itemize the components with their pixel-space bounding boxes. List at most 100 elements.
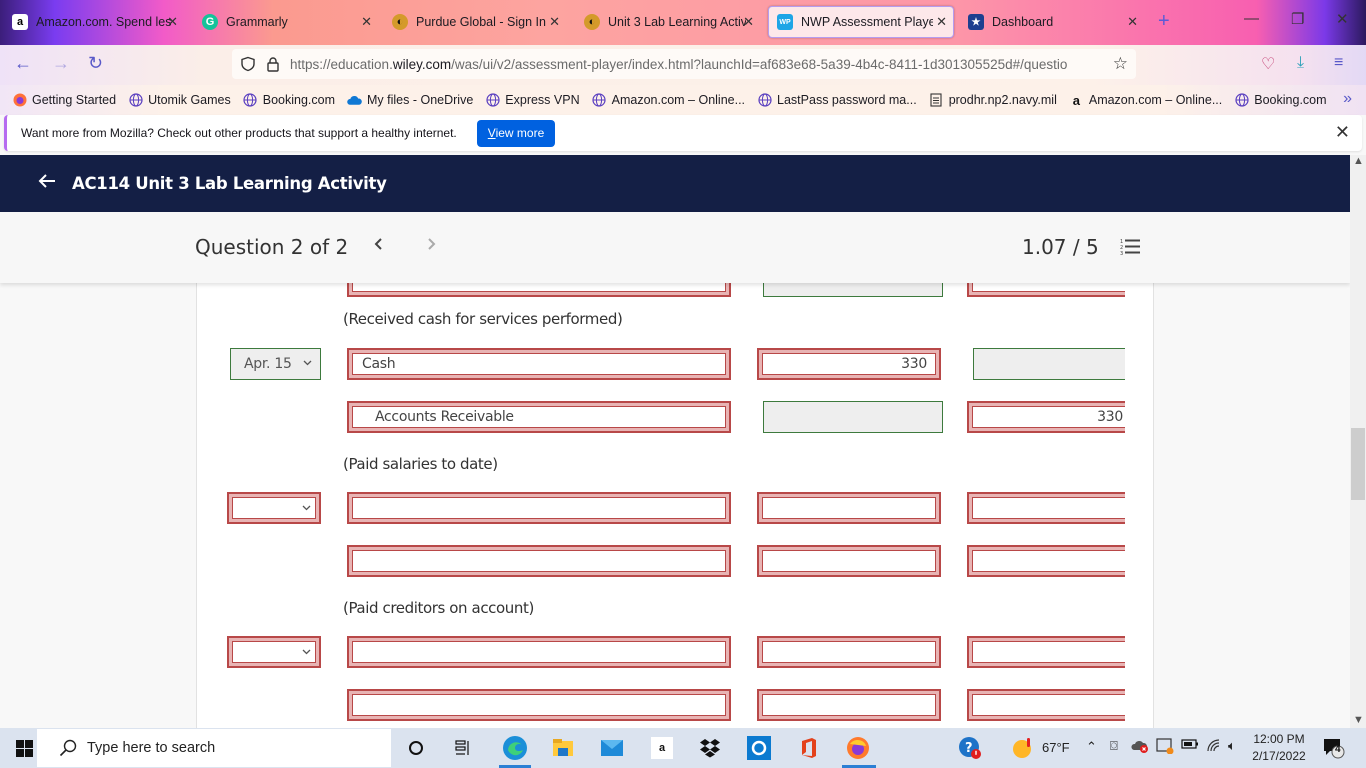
- reload-icon[interactable]: ↻: [88, 53, 103, 74]
- amazon-app-icon[interactable]: a: [650, 736, 674, 760]
- close-tab-icon[interactable]: ✕: [1127, 14, 1138, 30]
- dropbox-icon[interactable]: [698, 736, 722, 760]
- close-tab-icon[interactable]: ✕: [361, 14, 372, 30]
- globe-icon: [485, 93, 500, 108]
- debit-field[interactable]: [757, 636, 941, 668]
- activity-title: AC114 Unit 3 Lab Learning Activity: [72, 174, 387, 193]
- debit-field[interactable]: [757, 545, 941, 577]
- forward-icon[interactable]: →: [52, 53, 70, 74]
- windows-start-icon[interactable]: [16, 740, 33, 757]
- account-field[interactable]: [347, 689, 731, 721]
- bookmark-onedrive[interactable]: My files - OneDrive: [347, 93, 473, 108]
- scroll-down-icon[interactable]: ▼: [1353, 714, 1364, 726]
- bookmark-booking-2[interactable]: Booking.com: [1234, 93, 1327, 108]
- credit-field[interactable]: [967, 492, 1125, 524]
- close-tab-icon[interactable]: ✕: [936, 14, 947, 30]
- credit-field[interactable]: [973, 348, 1125, 380]
- url-text[interactable]: https://education.wiley.com/was/ui/v2/as…: [290, 57, 1100, 72]
- account-field[interactable]: [347, 492, 731, 524]
- debit-field[interactable]: [763, 401, 943, 433]
- bookmark-star-icon[interactable]: ☆: [1113, 54, 1128, 74]
- show-hidden-icons-icon[interactable]: ⌃: [1086, 739, 1097, 755]
- close-window-icon[interactable]: ✕: [1336, 10, 1349, 28]
- weather-icon[interactable]: [1010, 736, 1034, 760]
- download-icon[interactable]: ⤓: [1297, 54, 1304, 72]
- back-icon[interactable]: ←: [14, 53, 32, 74]
- taskbar-search-box[interactable]: Type here to search: [37, 729, 391, 767]
- debit-field[interactable]: 330: [757, 348, 941, 380]
- previous-question-button[interactable]: [374, 234, 384, 257]
- tab-unit3[interactable]: ◐ Unit 3 Lab Learning Activi ✕: [576, 6, 760, 38]
- date-value: Apr. 15: [244, 356, 292, 372]
- help-icon[interactable]: ?: [958, 736, 982, 760]
- lock-icon[interactable]: [266, 56, 280, 72]
- chevron-down-icon: [302, 649, 311, 655]
- credit-field[interactable]: 330: [967, 401, 1125, 433]
- webex-icon[interactable]: [747, 736, 771, 760]
- pocket-icon[interactable]: ♡: [1261, 54, 1275, 74]
- notification-count: 4: [1335, 744, 1341, 755]
- edge-icon[interactable]: [501, 734, 529, 762]
- tab-grammarly[interactable]: G Grammarly ✕: [194, 6, 378, 38]
- cortana-icon[interactable]: [404, 736, 428, 760]
- scroll-up-icon[interactable]: ▲: [1353, 155, 1364, 167]
- credit-field[interactable]: [967, 636, 1125, 668]
- mail-icon[interactable]: [600, 736, 624, 760]
- task-view-icon[interactable]: [451, 736, 475, 760]
- onedrive-error-icon[interactable]: [1131, 738, 1149, 757]
- bookmark-amazon[interactable]: Amazon.com – Online...: [592, 93, 745, 108]
- date-select[interactable]: [227, 636, 321, 668]
- credit-field[interactable]: [967, 545, 1125, 577]
- tab-nwp-assessment[interactable]: WP NWP Assessment Player U ✕: [768, 6, 954, 38]
- tab-amazon[interactable]: a Amazon.com. Spend less ✕: [4, 6, 184, 38]
- chevron-double-right-icon[interactable]: »: [1343, 90, 1352, 108]
- bookmark-booking[interactable]: Booking.com: [243, 93, 335, 108]
- date-select[interactable]: [227, 492, 321, 524]
- office-icon[interactable]: [797, 736, 821, 760]
- meet-now-icon[interactable]: ⌼: [1110, 738, 1118, 754]
- view-more-button[interactable]: View more: [476, 119, 556, 147]
- wifi-icon[interactable]: [1206, 738, 1222, 755]
- close-notification-icon[interactable]: ✕: [1335, 122, 1350, 143]
- bookmark-lastpass[interactable]: LastPass password ma...: [757, 93, 917, 108]
- question-list-icon[interactable]: 123: [1120, 238, 1142, 257]
- tab-dashboard[interactable]: ★ Dashboard ✕: [960, 6, 1144, 38]
- menu-icon[interactable]: ≡: [1334, 54, 1343, 72]
- bookmark-getting-started[interactable]: Getting Started: [12, 93, 116, 108]
- account-field[interactable]: Cash: [347, 348, 731, 380]
- next-question-button[interactable]: [426, 234, 436, 257]
- address-bar[interactable]: https://education.wiley.com/was/ui/v2/as…: [232, 49, 1136, 79]
- back-arrow-icon[interactable]: [38, 172, 58, 195]
- account-field[interactable]: [347, 545, 731, 577]
- close-tab-icon[interactable]: ✕: [167, 14, 178, 30]
- restore-icon[interactable]: ❐: [1291, 10, 1304, 28]
- volume-icon[interactable]: 🔈︎: [1228, 738, 1236, 754]
- sync-icon[interactable]: [1156, 738, 1174, 757]
- bookmark-amazon-2[interactable]: a Amazon.com – Online...: [1069, 93, 1223, 108]
- file-explorer-icon[interactable]: [551, 736, 575, 760]
- bookmark-expressvpn[interactable]: Express VPN: [485, 93, 580, 108]
- debit-field[interactable]: [757, 689, 941, 721]
- date-select[interactable]: Apr. 15: [230, 348, 321, 380]
- scrollbar-thumb[interactable]: [1351, 428, 1365, 500]
- battery-icon[interactable]: [1181, 738, 1199, 753]
- new-tab-button[interactable]: +: [1158, 10, 1170, 33]
- account-field[interactable]: Accounts Receivable: [347, 401, 731, 433]
- dashboard-shield-icon: ★: [968, 14, 984, 30]
- account-field[interactable]: [347, 636, 731, 668]
- action-center-icon[interactable]: 4: [1322, 736, 1346, 760]
- question-counter: Question 2 of 2: [195, 235, 349, 259]
- minimize-icon[interactable]: —: [1244, 10, 1259, 27]
- page-scrollbar[interactable]: ▲ ▼: [1350, 155, 1366, 728]
- tab-purdue-signin[interactable]: ◐ Purdue Global - Sign In ✕: [384, 6, 566, 38]
- debit-field[interactable]: [757, 492, 941, 524]
- close-tab-icon[interactable]: ✕: [549, 14, 560, 30]
- credit-field[interactable]: [967, 689, 1125, 721]
- weather-temperature[interactable]: 67°F: [1042, 740, 1070, 755]
- bookmark-utomik[interactable]: Utomik Games: [128, 93, 231, 108]
- bookmark-prodhr[interactable]: prodhr.np2.navy.mil: [929, 93, 1057, 108]
- close-tab-icon[interactable]: ✕: [743, 14, 754, 30]
- system-clock[interactable]: 12:00 PM 2/17/2022: [1246, 731, 1312, 765]
- shield-icon[interactable]: [240, 56, 256, 72]
- firefox-taskbar-icon[interactable]: [845, 735, 871, 761]
